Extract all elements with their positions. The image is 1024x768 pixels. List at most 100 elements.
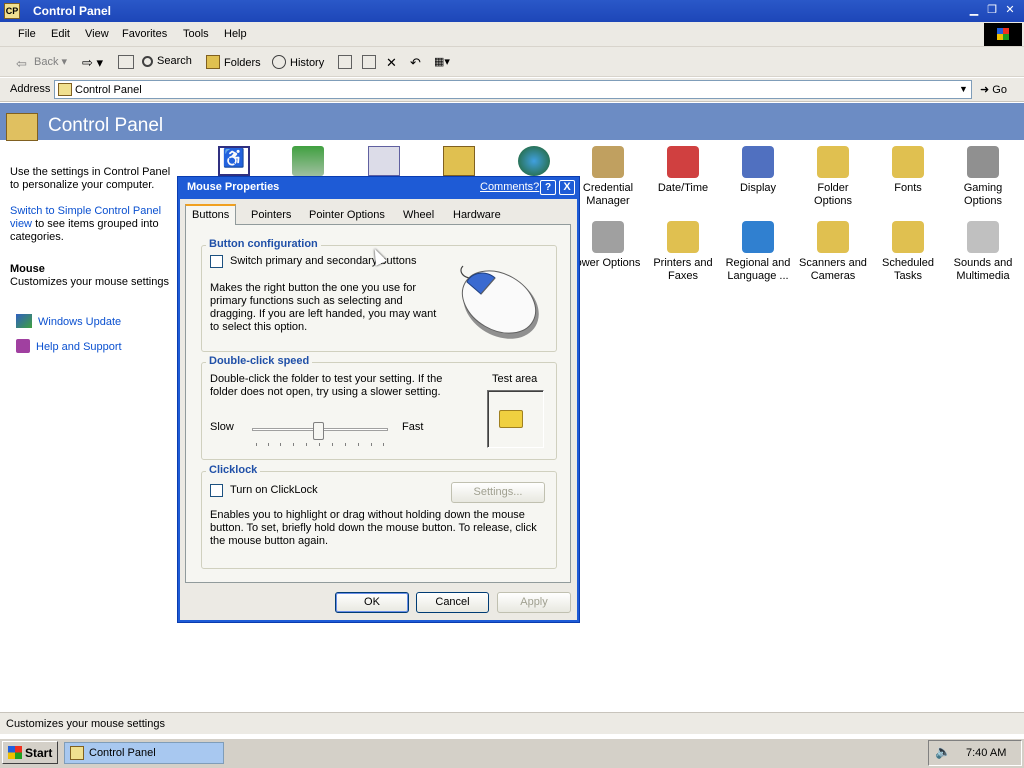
taskbar-item-control-panel[interactable]: Control Panel <box>64 742 224 764</box>
comments-link[interactable]: Comments? <box>480 181 539 193</box>
help-book-icon <box>16 339 30 353</box>
cancel-button[interactable]: Cancel <box>416 592 489 613</box>
delete-icon[interactable]: ✕ <box>386 55 397 71</box>
search-button[interactable]: Search <box>142 55 192 67</box>
automatic-updates-icon[interactable] <box>518 146 550 176</box>
help-button[interactable]: ? <box>540 180 556 195</box>
control-panel-folder-icon <box>6 113 38 141</box>
copy-to-icon[interactable] <box>362 55 376 69</box>
cp-item-label: Credential Manager <box>582 182 634 207</box>
menu-view[interactable]: View <box>85 28 109 40</box>
clicklock-settings-button[interactable]: Settings... <box>451 482 545 503</box>
cp-item-label: Scheduled Tasks <box>882 257 934 282</box>
views-icon[interactable]: ▦▾ <box>434 55 450 68</box>
administrative-tools-icon[interactable] <box>443 146 475 176</box>
menu-bar: File Edit View Favorites Tools Help <box>0 22 1024 47</box>
test-folder-icon[interactable] <box>499 410 523 428</box>
window-title: Control Panel <box>33 4 112 18</box>
volume-icon[interactable]: 🔈 <box>935 744 951 760</box>
cp-icon-item[interactable]: ower Options <box>573 221 643 270</box>
menu-tools[interactable]: Tools <box>183 28 209 40</box>
restore-button[interactable]: ❐ <box>984 3 1000 18</box>
back-button[interactable]: ⇦ Back ▾ <box>16 55 67 71</box>
up-folder-icon[interactable] <box>118 55 134 69</box>
cp-icon-item[interactable]: Fonts <box>873 146 943 195</box>
address-dropdown-icon[interactable]: ▼ <box>956 82 971 97</box>
go-label: Go <box>992 84 1007 96</box>
cp-icon-item[interactable]: Scanners and Cameras <box>798 221 868 283</box>
cp-item-label: Printers and Faxes <box>653 257 713 282</box>
left-pane-switch: Switch to Simple Control Panel view to s… <box>10 205 182 244</box>
button-config-desc: Makes the right button the one you use f… <box>210 282 437 333</box>
add-remove-programs-icon[interactable] <box>368 146 400 176</box>
tab-buttons[interactable]: Buttons <box>185 204 237 225</box>
close-button[interactable]: ✕ <box>1002 3 1018 18</box>
cp-icon-item[interactable]: Gaming Options <box>948 146 1018 208</box>
cp-item-icon <box>892 221 924 253</box>
forward-button[interactable]: ⇨ ▾ <box>82 55 103 71</box>
go-button[interactable]: ➜ Go <box>980 83 1007 96</box>
tab-wheel[interactable]: Wheel <box>397 206 440 225</box>
apply-button[interactable]: Apply <box>497 592 571 613</box>
folders-button[interactable]: Folders <box>206 55 261 69</box>
cp-item-icon <box>592 146 624 178</box>
cp-item-label: ower Options <box>575 257 641 269</box>
clicklock-checkbox[interactable] <box>210 484 223 497</box>
clicklock-title: Clicklock <box>206 464 261 476</box>
cp-item-icon <box>967 221 999 253</box>
double-click-desc: Double-click the folder to test your set… <box>210 373 443 398</box>
double-click-slider-thumb[interactable] <box>313 422 324 440</box>
cp-icon-item[interactable]: Printers and Faxes <box>648 221 718 283</box>
tab-pointers[interactable]: Pointers <box>245 206 297 225</box>
slider-tick <box>306 443 307 446</box>
search-label: Search <box>157 55 192 67</box>
accessibility-icon[interactable]: ♿ <box>218 146 250 176</box>
windows-logo-icon <box>984 23 1022 46</box>
windows-update-link[interactable]: Windows Update <box>16 314 121 329</box>
menu-edit[interactable]: Edit <box>51 28 70 40</box>
tab-hardware[interactable]: Hardware <box>447 206 507 225</box>
button-config-title: Button configuration <box>206 238 321 250</box>
switch-buttons-label[interactable]: Switch primary and secondary buttons <box>230 255 416 267</box>
ok-button[interactable]: OK <box>335 592 409 613</box>
dialog-close-button[interactable]: X <box>559 180 575 195</box>
cp-item-label: Scanners and Cameras <box>799 257 867 282</box>
clicklock-label[interactable]: Turn on ClickLock <box>230 484 318 496</box>
start-button[interactable]: Start <box>2 741 58 764</box>
control-panel-task-icon <box>70 746 84 760</box>
cp-item-icon <box>817 146 849 178</box>
tab-pointer-options[interactable]: Pointer Options <box>303 206 391 225</box>
slider-tick <box>332 443 333 446</box>
history-icon <box>272 55 286 69</box>
cp-icon-item[interactable]: Sounds and Multimedia <box>948 221 1018 283</box>
cp-item-icon <box>667 221 699 253</box>
minimize-button[interactable]: ▁ <box>966 3 982 18</box>
switch-buttons-checkbox[interactable] <box>210 255 223 268</box>
cp-icon-item[interactable]: Regional and Language ... <box>723 221 793 283</box>
add-hardware-icon[interactable] <box>292 146 324 176</box>
history-button[interactable]: History <box>272 55 324 69</box>
cp-icon-item[interactable]: Credential Manager <box>573 146 643 208</box>
cp-icon-item[interactable]: Folder Options <box>798 146 868 208</box>
move-to-icon[interactable] <box>338 55 352 69</box>
back-label: Back <box>34 56 59 68</box>
menu-file[interactable]: File <box>18 28 36 40</box>
slider-tick <box>371 443 372 446</box>
menu-help[interactable]: Help <box>224 28 247 40</box>
cp-icon-item[interactable]: Scheduled Tasks <box>873 221 943 283</box>
test-area[interactable] <box>487 390 544 448</box>
cp-item-icon <box>742 146 774 178</box>
clock[interactable]: 7:40 AM <box>966 747 1006 759</box>
help-support-link[interactable]: Help and Support <box>16 339 122 354</box>
menu-favorites[interactable]: Favorites <box>122 28 167 40</box>
address-input[interactable]: Control Panel <box>54 80 972 99</box>
slider-tick <box>383 443 384 446</box>
cp-icon-item[interactable]: Date/Time <box>648 146 718 195</box>
icon-row-1: Credential Manager Date/Time Display Folder… <box>573 146 1024 208</box>
selected-item-title: Mouse <box>10 263 45 275</box>
window-title-bar[interactable]: CP Control Panel ▁ ❐ ✕ <box>0 0 1024 22</box>
cp-icon-item[interactable]: Display <box>723 146 793 195</box>
undo-icon[interactable]: ↶ <box>410 55 421 71</box>
double-click-title: Double-click speed <box>206 355 313 367</box>
taskbar-item-label: Control Panel <box>89 747 156 759</box>
